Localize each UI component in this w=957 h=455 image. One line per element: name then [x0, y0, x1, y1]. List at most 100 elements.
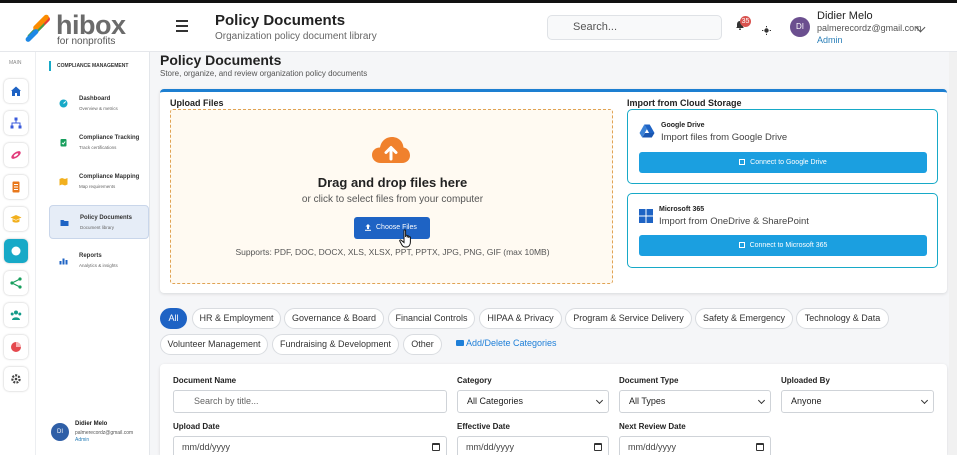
category-chip-safety[interactable]: Safety & Emergency	[695, 308, 793, 329]
effective-date-input[interactable]: mm/dd/yyyy	[457, 436, 609, 455]
search-input[interactable]: Search...	[547, 15, 722, 40]
submenu-item-policy-documents[interactable]: Policy Documents Document library	[49, 205, 149, 239]
upload-date-label: Upload Date	[173, 422, 220, 431]
connect-microsoft-365-label: Connect to Microsoft 365	[749, 242, 828, 249]
rail-circle-icon[interactable]	[4, 239, 28, 263]
uploaded-by-label: Uploaded By	[781, 376, 830, 385]
add-delete-categories-link[interactable]: Add/Delete Categories	[456, 338, 557, 348]
user-name: Didier Melo	[817, 10, 873, 22]
rail-users-icon[interactable]	[4, 303, 28, 327]
google-drive-description: Import files from Google Drive	[661, 132, 788, 143]
submenu-item-title: Policy Documents	[80, 215, 133, 221]
submenu-item-title: Compliance Mapping	[79, 174, 140, 180]
submenu-item-dashboard[interactable]: Dashboard Overview & metrics	[49, 87, 149, 121]
rail-org-chart-icon[interactable]	[4, 111, 28, 135]
submenu-item-compliance-mapping[interactable]: Compliance Mapping Map requirements	[49, 165, 149, 199]
connect-microsoft-365-button[interactable]: Connect to Microsoft 365	[639, 235, 927, 256]
submenu-item-subtitle: Document library	[80, 225, 115, 230]
hamburger-menu-icon[interactable]	[176, 20, 188, 32]
submenu-panel: COMPLIANCE MANAGEMENT Dashboard Overview…	[36, 52, 171, 455]
header-title: Policy Documents	[215, 12, 346, 29]
uploaded-by-select[interactable]: Anyone	[781, 390, 934, 413]
user-email: palmerecordz@gmail.com	[817, 23, 922, 33]
upload-date-input[interactable]: mm/dd/yyyy	[173, 436, 447, 455]
submenu-heading: COMPLIANCE MANAGEMENT	[49, 61, 128, 71]
category-chip-fundraising[interactable]: Fundraising & Development	[272, 334, 399, 355]
connect-google-drive-button[interactable]: Connect to Google Drive	[639, 152, 927, 173]
microsoft-logo-icon	[639, 209, 653, 223]
file-dropzone[interactable]: Drag and drop files here or click to sel…	[170, 109, 613, 284]
category-chip-technology[interactable]: Technology & Data	[796, 308, 889, 329]
google-drive-name: Google Drive	[661, 122, 705, 129]
submenu-item-reports[interactable]: Reports Analytics & insights	[49, 244, 149, 278]
next-review-date-input[interactable]: mm/dd/yyyy	[619, 436, 771, 455]
rail-graduation-cap-icon[interactable]	[4, 207, 28, 231]
submenu-item-subtitle: Overview & metrics	[79, 106, 118, 111]
upload-files-label: Upload Files	[170, 98, 224, 108]
header-subtitle: Organization policy document library	[215, 31, 377, 42]
submenu-item-subtitle: Analytics & insights	[79, 263, 118, 268]
submenu-item-compliance-tracking[interactable]: Compliance Tracking Track certifications	[49, 126, 149, 160]
upload-card: Upload Files Drag and drop files here or…	[160, 89, 947, 293]
submenu-item-title: Dashboard	[79, 96, 111, 102]
clipboard-check-icon	[60, 139, 67, 147]
top-header: hibox for nonprofits Policy Documents Or…	[0, 0, 957, 52]
effective-date-placeholder: mm/dd/yyyy	[466, 442, 515, 452]
external-link-icon	[739, 159, 746, 165]
rail-home-icon[interactable]	[4, 79, 28, 103]
rail-pie-chart-icon[interactable]	[4, 335, 28, 359]
document-type-select[interactable]: All Types	[619, 390, 771, 413]
category-select[interactable]: All Categories	[457, 390, 609, 413]
choose-files-button[interactable]: Choose Files	[354, 217, 430, 239]
folder-icon	[456, 340, 464, 346]
submenu-item-title: Compliance Tracking	[79, 135, 140, 141]
document-name-input[interactable]: Search by title...	[173, 390, 447, 413]
logo-tagline: for nonprofits	[57, 36, 116, 47]
cloud-import-label: Import from Cloud Storage	[627, 98, 742, 108]
category-chip-volunteer[interactable]: Volunteer Management	[160, 334, 268, 355]
chevron-down-icon	[920, 396, 929, 405]
google-drive-card: Google Drive Import files from Google Dr…	[627, 109, 938, 184]
rail-section-label: MAIN	[9, 60, 22, 66]
category-chip-hipaa[interactable]: HIPAA & Privacy	[479, 308, 562, 329]
user-email: palmerecordz@gmail.com	[75, 430, 134, 436]
notification-badge: 35	[740, 16, 751, 27]
user-role: Admin	[817, 35, 843, 45]
logo[interactable]: hibox for nonprofits	[24, 10, 126, 47]
category-chip-governance[interactable]: Governance & Board	[284, 308, 384, 329]
calendar-icon[interactable]	[432, 443, 440, 451]
connect-google-drive-label: Connect to Google Drive	[750, 159, 827, 166]
filter-panel: Document Name Search by title... Categor…	[160, 364, 947, 455]
category-label: Category	[457, 376, 492, 385]
rail-link-icon[interactable]	[4, 143, 28, 167]
dropzone-title: Drag and drop files here	[317, 175, 468, 190]
theme-toggle-icon[interactable]	[762, 22, 771, 35]
main-scrollbar[interactable]	[949, 52, 957, 455]
supported-formats: Supports: PDF, DOC, DOCX, XLS, XLSX, PPT…	[235, 247, 550, 257]
hand-cursor-icon	[399, 229, 411, 248]
next-review-date-label: Next Review Date	[619, 422, 686, 431]
rail-document-icon[interactable]	[4, 175, 28, 199]
category-chip-financial[interactable]: Financial Controls	[388, 308, 475, 329]
external-link-icon	[738, 242, 745, 248]
chevron-down-icon	[595, 396, 604, 405]
google-drive-icon	[639, 124, 655, 138]
user-name: Didier Melo	[75, 421, 108, 427]
rail-gear-icon[interactable]	[4, 367, 28, 391]
category-chip-all[interactable]: All	[160, 308, 187, 329]
calendar-icon[interactable]	[756, 443, 764, 451]
bar-chart-icon	[59, 258, 68, 265]
document-type-value: All Types	[629, 396, 666, 406]
calendar-icon[interactable]	[594, 443, 602, 451]
rail-share-icon[interactable]	[4, 271, 28, 295]
dropzone-subtitle: or click to select files from your compu…	[301, 194, 484, 205]
category-select-value: All Categories	[467, 396, 524, 406]
add-delete-categories-label: Add/Delete Categories	[466, 338, 557, 348]
upload-date-placeholder: mm/dd/yyyy	[182, 442, 231, 452]
category-chip-hr[interactable]: HR & Employment	[192, 308, 281, 329]
category-chip-other[interactable]: Other	[403, 334, 442, 355]
user-avatar[interactable]: DI	[790, 17, 810, 37]
avatar: DI	[51, 423, 69, 441]
category-chip-program[interactable]: Program & Service Delivery	[565, 308, 692, 329]
folder-icon	[60, 220, 69, 226]
